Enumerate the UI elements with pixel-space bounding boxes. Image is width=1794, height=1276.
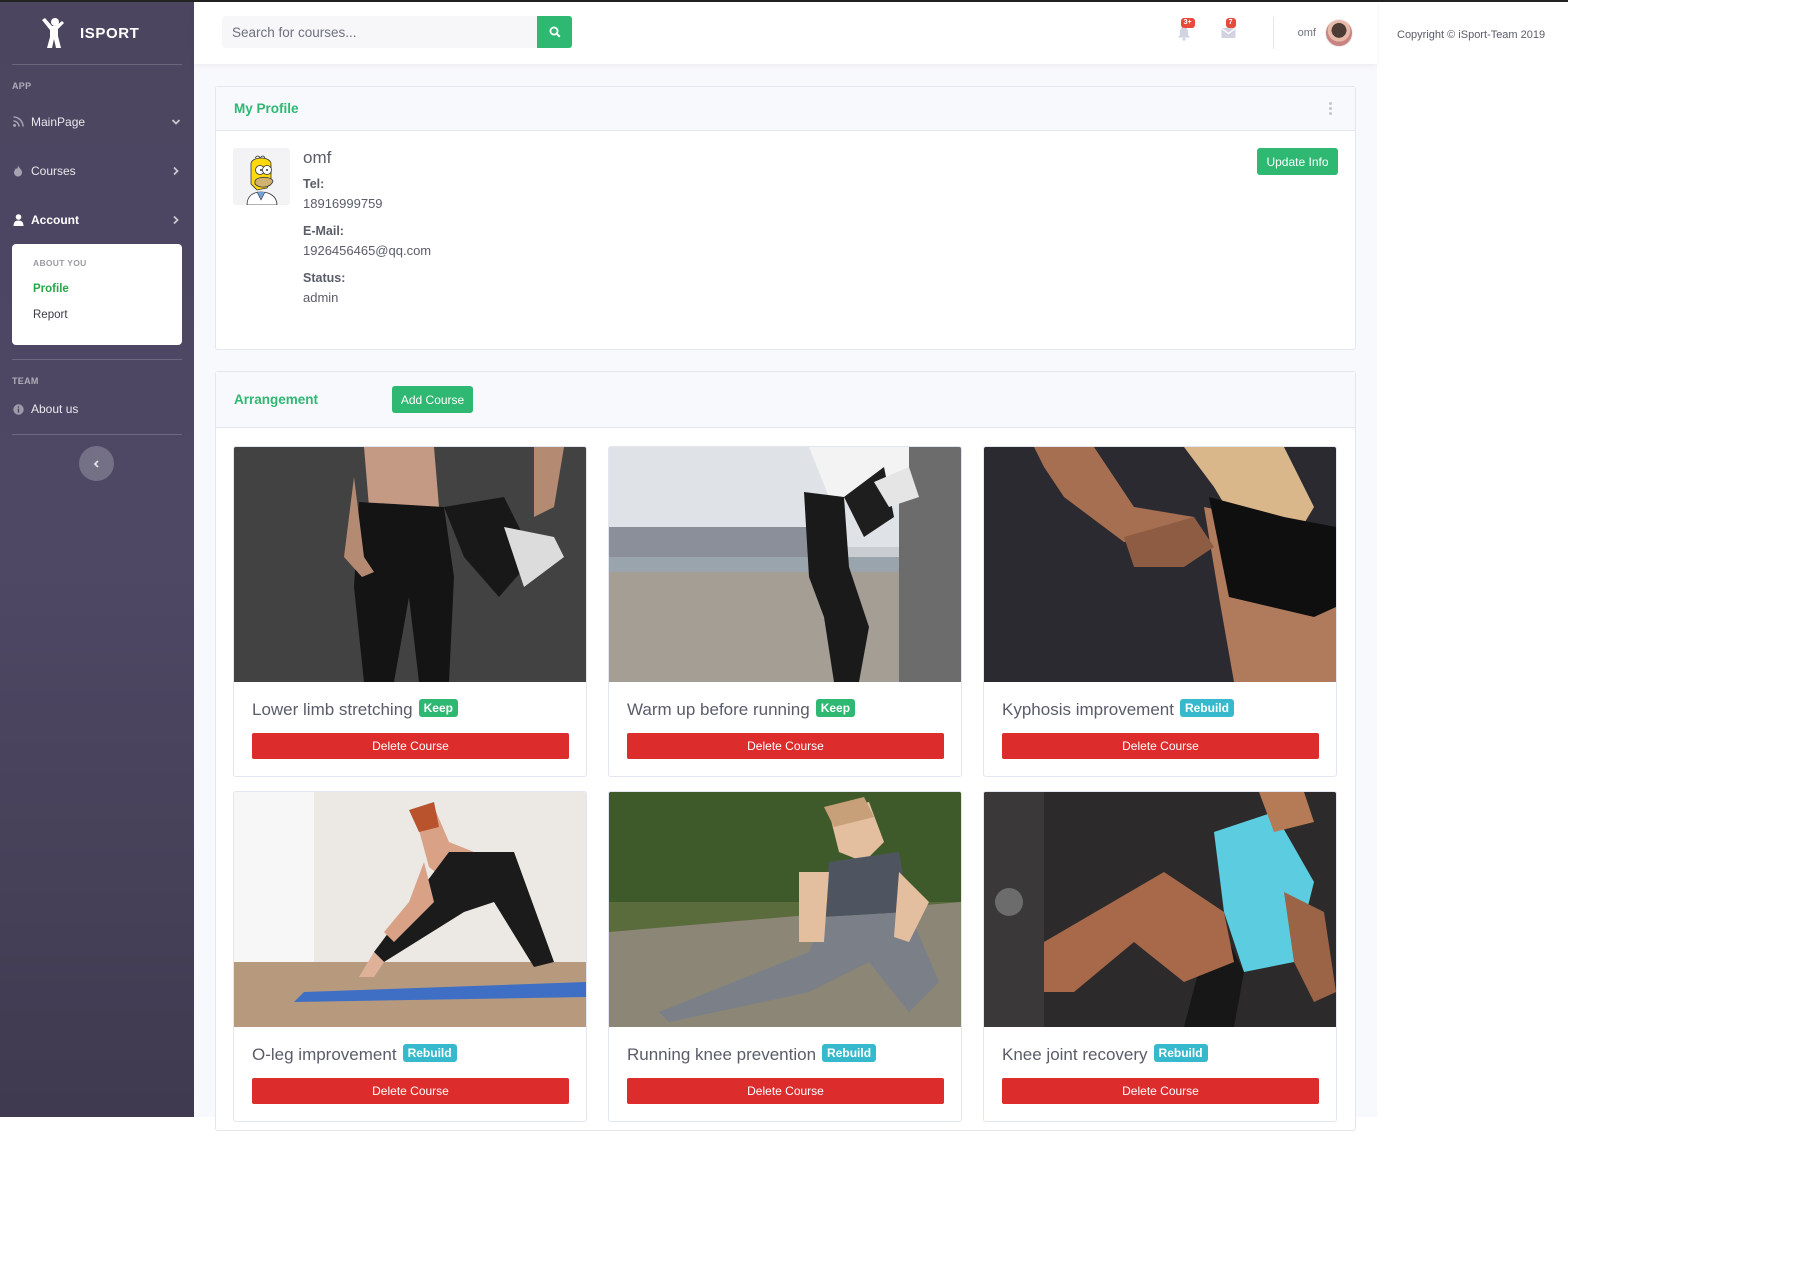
chevron-down-icon [170,116,182,128]
topbar-divider [1272,17,1274,49]
sidebar: ISPORT APP MainPage Courses Account ABOU… [0,2,194,1117]
fire-icon [12,165,24,177]
profile-card: My Profile omf Tel: 18916999759 E-Mail: … [215,86,1356,350]
course-title-text: Kyphosis improvement [1002,700,1174,719]
course-card: Running knee prevention Rebuild Delete C… [608,791,962,1122]
course-tag-badge: Rebuild [822,1044,877,1062]
tel-value: 18916999759 [303,196,383,211]
sidebar-item-label: MainPage [31,114,86,129]
sidebar-item-mainpage[interactable]: MainPage [0,97,194,146]
course-title: O-leg improvement Rebuild [252,1044,457,1065]
rss-icon [12,116,24,127]
messages-button[interactable]: 7 [1220,18,1238,42]
search-icon [549,26,561,38]
course-tag-badge: Keep [815,699,856,717]
divider [12,434,182,435]
course-image[interactable] [234,792,586,1027]
course-title: Warm up before running Keep [627,699,856,720]
course-title-text: Warm up before running [627,700,810,719]
course-image[interactable] [609,447,961,682]
profile-avatar [233,148,290,205]
delete-course-button[interactable]: Delete Course [252,733,569,759]
tel-label: Tel: [303,177,325,191]
section-heading-team: TEAM [12,376,39,386]
account-submenu: ABOUT YOU Profile Report [12,244,182,345]
status-value: admin [303,290,339,305]
course-card: Knee joint recovery Rebuild Delete Cours… [983,791,1337,1122]
profile-name: omf [303,148,332,167]
course-tag-badge: Rebuild [402,1044,457,1062]
chevron-left-icon [93,459,99,468]
course-title: Lower limb stretching Keep [252,699,458,720]
course-card: Kyphosis improvement Rebuild Delete Cour… [983,446,1337,777]
sidebar-toggle-button[interactable] [79,446,114,481]
delete-course-button[interactable]: Delete Course [1002,1078,1319,1104]
profile-card-header: My Profile [216,87,1355,131]
course-card: O-leg improvement Rebuild Delete Course [233,791,587,1122]
info-icon [12,403,24,415]
course-image[interactable] [234,447,586,682]
search-button[interactable] [537,16,572,48]
section-heading-app: APP [12,81,32,91]
course-tag-badge: Keep [418,699,458,717]
email-value: 1926456465@qq.com [303,243,432,258]
status-label: Status: [303,271,346,285]
alerts-button[interactable]: 3+ [1175,18,1195,42]
search-input[interactable] [222,16,537,48]
topbar-actions: 3+ 7 omf [1175,2,1377,64]
update-info-button[interactable]: Update Info [1257,148,1338,175]
course-title-text: Running knee prevention [627,1045,817,1064]
sidebar-item-courses[interactable]: Courses [0,146,194,195]
sidebar-item-label: About us [31,402,79,416]
course-image[interactable] [609,792,961,1027]
course-title: Kyphosis improvement Rebuild [1002,699,1234,720]
user-name[interactable]: omf [1298,27,1316,39]
more-options-icon[interactable] [1329,102,1333,115]
arrangement-card-header: Arrangement Add Course [216,372,1355,428]
course-title: Knee joint recovery Rebuild [1002,1044,1208,1065]
delete-course-button[interactable]: Delete Course [1002,733,1319,759]
arrangement-card-title: Arrangement [234,392,319,407]
chevron-right-icon [170,214,182,226]
messages-badge: 7 [1225,18,1236,28]
brand-name: ISPORT [80,24,140,42]
envelope-icon [1221,28,1236,38]
delete-course-button[interactable]: Delete Course [252,1078,569,1104]
brand[interactable]: ISPORT [0,2,194,64]
logo-icon [40,17,66,49]
delete-course-button[interactable]: Delete Course [627,733,944,759]
course-image[interactable] [984,447,1336,682]
topbar: 3+ 7 omf [194,2,1377,64]
course-image[interactable] [984,792,1336,1027]
course-card: Lower limb stretching Keep Delete Course [233,446,587,777]
profile-info: omf Tel: 18916999759 E-Mail: 1926456465@… [303,148,431,318]
add-course-button[interactable]: Add Course [392,386,474,413]
sidebar-item-about-us[interactable]: About us [0,392,194,426]
course-tag-badge: Rebuild [1179,699,1234,717]
submenu-heading: ABOUT YOU [33,258,87,268]
arrangement-card: Arrangement Add Course Lower limb stretc… [215,371,1356,1131]
course-title-text: Lower limb stretching [252,700,413,719]
alerts-badge: 3+ [1180,18,1195,28]
copyright-text: Copyright © iSport-Team 2019 [1397,29,1546,41]
user-icon [12,213,24,226]
sidebar-item-label: Courses [31,163,76,178]
course-title: Running knee prevention Rebuild [627,1044,877,1065]
profile-card-title: My Profile [234,101,299,116]
homer-avatar-image [233,148,290,205]
submenu-item-profile[interactable]: Profile [12,276,182,302]
avatar[interactable] [1325,19,1353,47]
sidebar-item-label: Account [31,212,79,227]
course-title-text: Knee joint recovery [1002,1045,1148,1064]
course-title-text: O-leg improvement [252,1045,397,1064]
submenu-item-report[interactable]: Report [12,302,182,328]
chevron-right-icon [170,165,182,177]
course-tag-badge: Rebuild [1153,1044,1208,1062]
delete-course-button[interactable]: Delete Course [627,1078,944,1104]
search-bar [222,16,572,48]
email-label: E-Mail: [303,224,344,238]
sidebar-item-account[interactable]: Account [0,195,194,244]
course-card: Warm up before running Keep Delete Cours… [608,446,962,777]
profile-body: omf Tel: 18916999759 E-Mail: 1926456465@… [216,131,1355,350]
